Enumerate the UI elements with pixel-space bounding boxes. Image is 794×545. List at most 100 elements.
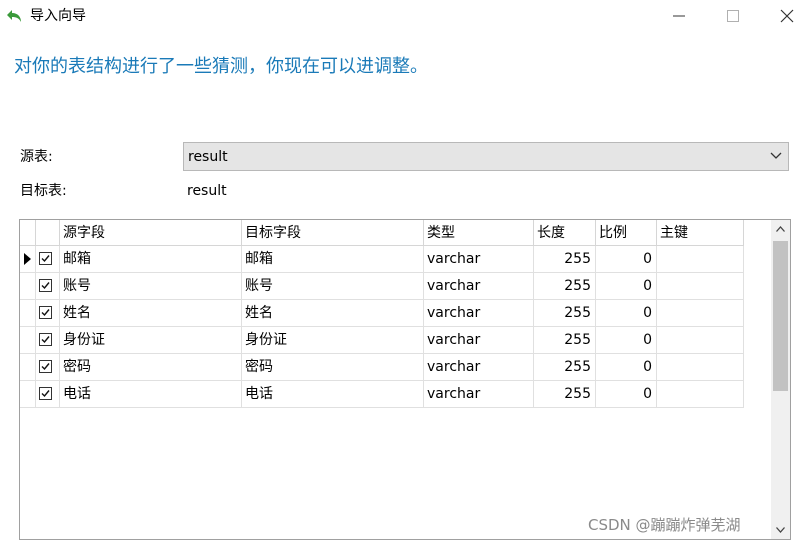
row-checkbox[interactable] [39, 387, 52, 400]
cell-source[interactable]: 密码 [60, 354, 242, 381]
cell-primary-key[interactable] [657, 354, 744, 381]
scroll-down-button[interactable] [771, 520, 790, 539]
check-column-header [36, 220, 60, 246]
cell-type[interactable]: varchar [424, 246, 534, 273]
checkmark-icon [41, 336, 50, 344]
row-checkbox-cell [36, 300, 60, 327]
row-checkbox[interactable] [39, 306, 52, 319]
source-table-select[interactable]: result [183, 142, 789, 171]
table-row[interactable]: 姓名 姓名 varchar 255 0 [20, 300, 744, 327]
cell-source[interactable]: 姓名 [60, 300, 242, 327]
row-indicator [20, 354, 36, 381]
cell-scale[interactable]: 0 [596, 354, 657, 381]
column-header-length[interactable]: 长度 [534, 220, 596, 246]
column-header-primary-key[interactable]: 主键 [657, 220, 744, 246]
checkmark-icon [41, 390, 50, 398]
row-indicator [20, 300, 36, 327]
row-checkbox-cell [36, 273, 60, 300]
cell-source[interactable]: 电话 [60, 381, 242, 408]
cell-length[interactable]: 255 [534, 354, 596, 381]
row-checkbox-cell [36, 246, 60, 273]
title-bar: 导入向导 [0, 0, 794, 32]
row-indicator [20, 246, 36, 273]
column-header-scale[interactable]: 比例 [596, 220, 657, 246]
cell-length[interactable]: 255 [534, 300, 596, 327]
column-header-target[interactable]: 目标字段 [242, 220, 424, 246]
table-row[interactable]: 邮箱 邮箱 varchar 255 0 [20, 246, 744, 273]
source-table-label: 源表: [20, 149, 53, 165]
scroll-up-button[interactable] [771, 220, 790, 239]
minimize-icon [673, 15, 685, 17]
grid-header: 源字段 目标字段 类型 长度 比例 主键 [20, 220, 744, 246]
cell-target[interactable]: 账号 [242, 273, 424, 300]
cell-type[interactable]: varchar [424, 354, 534, 381]
cell-target[interactable]: 电话 [242, 381, 424, 408]
row-checkbox[interactable] [39, 333, 52, 346]
row-indicator-header [20, 220, 36, 246]
cell-length[interactable]: 255 [534, 273, 596, 300]
watermark: CSDN @蹦蹦炸弹芜湖 [588, 516, 741, 534]
cell-source[interactable]: 邮箱 [60, 246, 242, 273]
cell-source[interactable]: 账号 [60, 273, 242, 300]
close-button[interactable] [764, 0, 794, 32]
cell-length[interactable]: 255 [534, 246, 596, 273]
row-indicator [20, 381, 36, 408]
page-heading: 对你的表结构进行了一些猜测，你现在可以进调整。 [14, 56, 428, 77]
cell-primary-key[interactable] [657, 381, 744, 408]
checkmark-icon [41, 363, 50, 371]
chevron-down-icon [776, 527, 785, 533]
cell-scale[interactable]: 0 [596, 273, 657, 300]
cell-type[interactable]: varchar [424, 273, 534, 300]
maximize-button[interactable] [710, 0, 756, 32]
cell-scale[interactable]: 0 [596, 246, 657, 273]
row-indicator [20, 327, 36, 354]
row-checkbox[interactable] [39, 360, 52, 373]
field-mapping-grid: 源字段 目标字段 类型 长度 比例 主键 邮箱 邮箱 varchar 255 0 账号 账号… [19, 219, 791, 540]
cell-scale[interactable]: 0 [596, 381, 657, 408]
row-checkbox-cell [36, 327, 60, 354]
close-icon [780, 9, 794, 23]
cell-primary-key[interactable] [657, 327, 744, 354]
cell-type[interactable]: varchar [424, 300, 534, 327]
cell-length[interactable]: 255 [534, 381, 596, 408]
row-checkbox-cell [36, 354, 60, 381]
cell-primary-key[interactable] [657, 246, 744, 273]
cell-target[interactable]: 身份证 [242, 327, 424, 354]
cell-target[interactable]: 姓名 [242, 300, 424, 327]
cell-type[interactable]: varchar [424, 327, 534, 354]
row-checkbox-cell [36, 381, 60, 408]
cell-source[interactable]: 身份证 [60, 327, 242, 354]
cell-target[interactable]: 邮箱 [242, 246, 424, 273]
cell-type[interactable]: varchar [424, 381, 534, 408]
target-table-value: result [187, 183, 227, 199]
back-arrow-icon [6, 7, 24, 25]
column-header-source[interactable]: 源字段 [60, 220, 242, 246]
checkmark-icon [41, 255, 50, 263]
cell-length[interactable]: 255 [534, 327, 596, 354]
column-header-type[interactable]: 类型 [424, 220, 534, 246]
row-indicator [20, 273, 36, 300]
table-row[interactable]: 账号 账号 varchar 255 0 [20, 273, 744, 300]
vertical-scrollbar[interactable] [771, 220, 790, 539]
checkmark-icon [41, 282, 50, 290]
row-checkbox[interactable] [39, 279, 52, 292]
table-row[interactable]: 身份证 身份证 varchar 255 0 [20, 327, 744, 354]
table-row[interactable]: 电话 电话 varchar 255 0 [20, 381, 744, 408]
source-table-value: result [188, 149, 228, 165]
table-row[interactable]: 密码 密码 varchar 255 0 [20, 354, 744, 381]
chevron-up-icon [776, 226, 785, 232]
scroll-thumb[interactable] [773, 241, 788, 391]
cell-scale[interactable]: 0 [596, 300, 657, 327]
window-title: 导入向导 [30, 8, 86, 24]
cell-primary-key[interactable] [657, 273, 744, 300]
minimize-button[interactable] [656, 0, 702, 32]
checkmark-icon [41, 309, 50, 317]
row-checkbox[interactable] [39, 252, 52, 265]
chevron-down-icon [770, 152, 782, 159]
row-pointer-icon [24, 253, 31, 265]
cell-scale[interactable]: 0 [596, 327, 657, 354]
target-table-label: 目标表: [20, 183, 67, 199]
cell-target[interactable]: 密码 [242, 354, 424, 381]
maximize-icon [727, 10, 739, 22]
cell-primary-key[interactable] [657, 300, 744, 327]
